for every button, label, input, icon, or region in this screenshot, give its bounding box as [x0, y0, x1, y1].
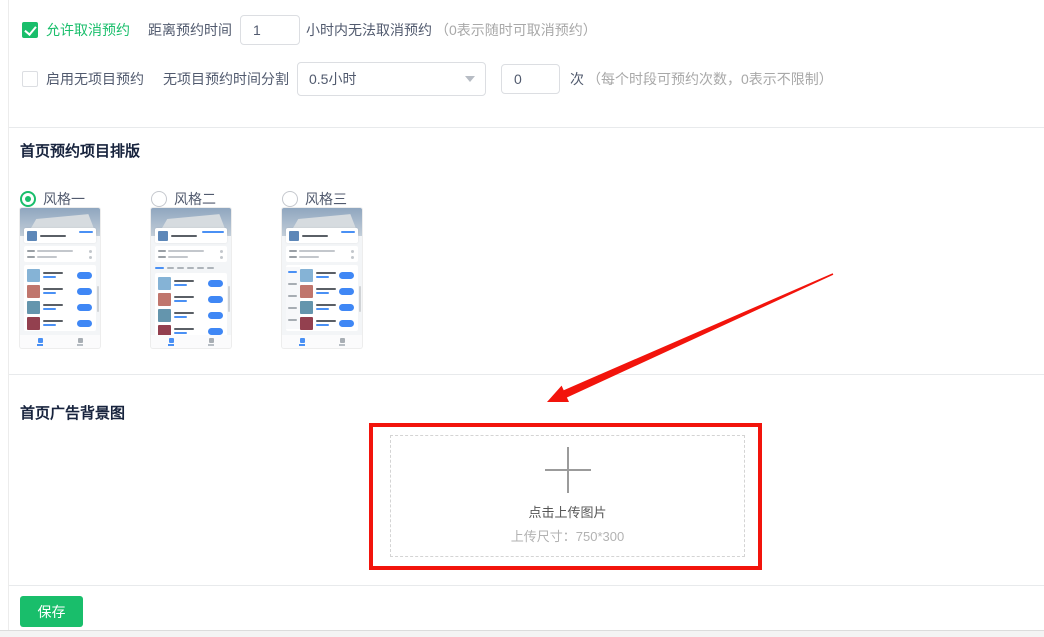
layout-section-title: 首页预约项目排版: [20, 140, 140, 161]
cancel-time-suffix: 小时内无法取消预约: [306, 20, 432, 40]
ad-section-title: 首页广告背景图: [20, 402, 125, 423]
plus-icon: [545, 447, 591, 493]
upload-size-hint: 上传尺寸：750*300: [511, 526, 624, 545]
divider: [9, 585, 1044, 586]
split-label: 无项目预约时间分割: [163, 69, 289, 89]
style-two-thumbnail[interactable]: [151, 208, 231, 348]
divider: [9, 374, 1044, 375]
radio-icon: [282, 191, 298, 207]
count-unit: 次: [570, 69, 584, 89]
no-project-checkbox[interactable]: [22, 71, 38, 87]
count-input[interactable]: [501, 64, 560, 94]
save-button[interactable]: 保存: [20, 596, 83, 627]
no-project-row: 启用无项目预约 无项目预约时间分割 0.5小时 次 （每个时段可预约次数，0表示…: [22, 60, 833, 98]
page-bottom-edge: [0, 630, 1044, 637]
time-split-select[interactable]: 0.5小时: [297, 62, 486, 96]
cancel-hours-input[interactable]: [240, 15, 300, 45]
count-hint: （每个时段可预约次数，0表示不限制）: [587, 69, 833, 89]
chevron-down-icon: [465, 76, 475, 82]
radio-selected-icon: [20, 191, 36, 207]
style-three-label: 风格三: [305, 189, 347, 209]
no-project-label: 启用无项目预约: [46, 69, 144, 89]
style-one-label: 风格一: [43, 189, 85, 209]
cancel-time-prefix: 距离预约时间: [148, 20, 232, 40]
style-three-thumbnail[interactable]: [282, 208, 362, 348]
style-one-thumbnail[interactable]: [20, 208, 100, 348]
settings-page: 允许取消预约 距离预约时间 小时内无法取消预约 （0表示随时可取消预约） 启用无…: [0, 0, 1044, 637]
divider: [9, 127, 1044, 128]
panel-left-border: [8, 0, 9, 630]
upload-image-dropzone[interactable]: 点击上传图片 上传尺寸：750*300: [390, 435, 745, 557]
style-two-label: 风格二: [174, 189, 216, 209]
allow-cancel-label: 允许取消预约: [46, 20, 130, 40]
style-three-radio[interactable]: 风格三: [282, 189, 347, 209]
style-two-radio[interactable]: 风格二: [151, 189, 216, 209]
style-one-radio[interactable]: 风格一: [20, 189, 85, 209]
allow-cancel-checkbox[interactable]: [22, 22, 38, 38]
time-split-value: 0.5小时: [309, 69, 356, 89]
radio-icon: [151, 191, 167, 207]
cancel-reservation-row: 允许取消预约 距离预约时间 小时内无法取消预约 （0表示随时可取消预约）: [22, 13, 597, 47]
cancel-hint: （0表示随时可取消预约）: [435, 20, 597, 40]
upload-text: 点击上传图片: [528, 502, 606, 521]
